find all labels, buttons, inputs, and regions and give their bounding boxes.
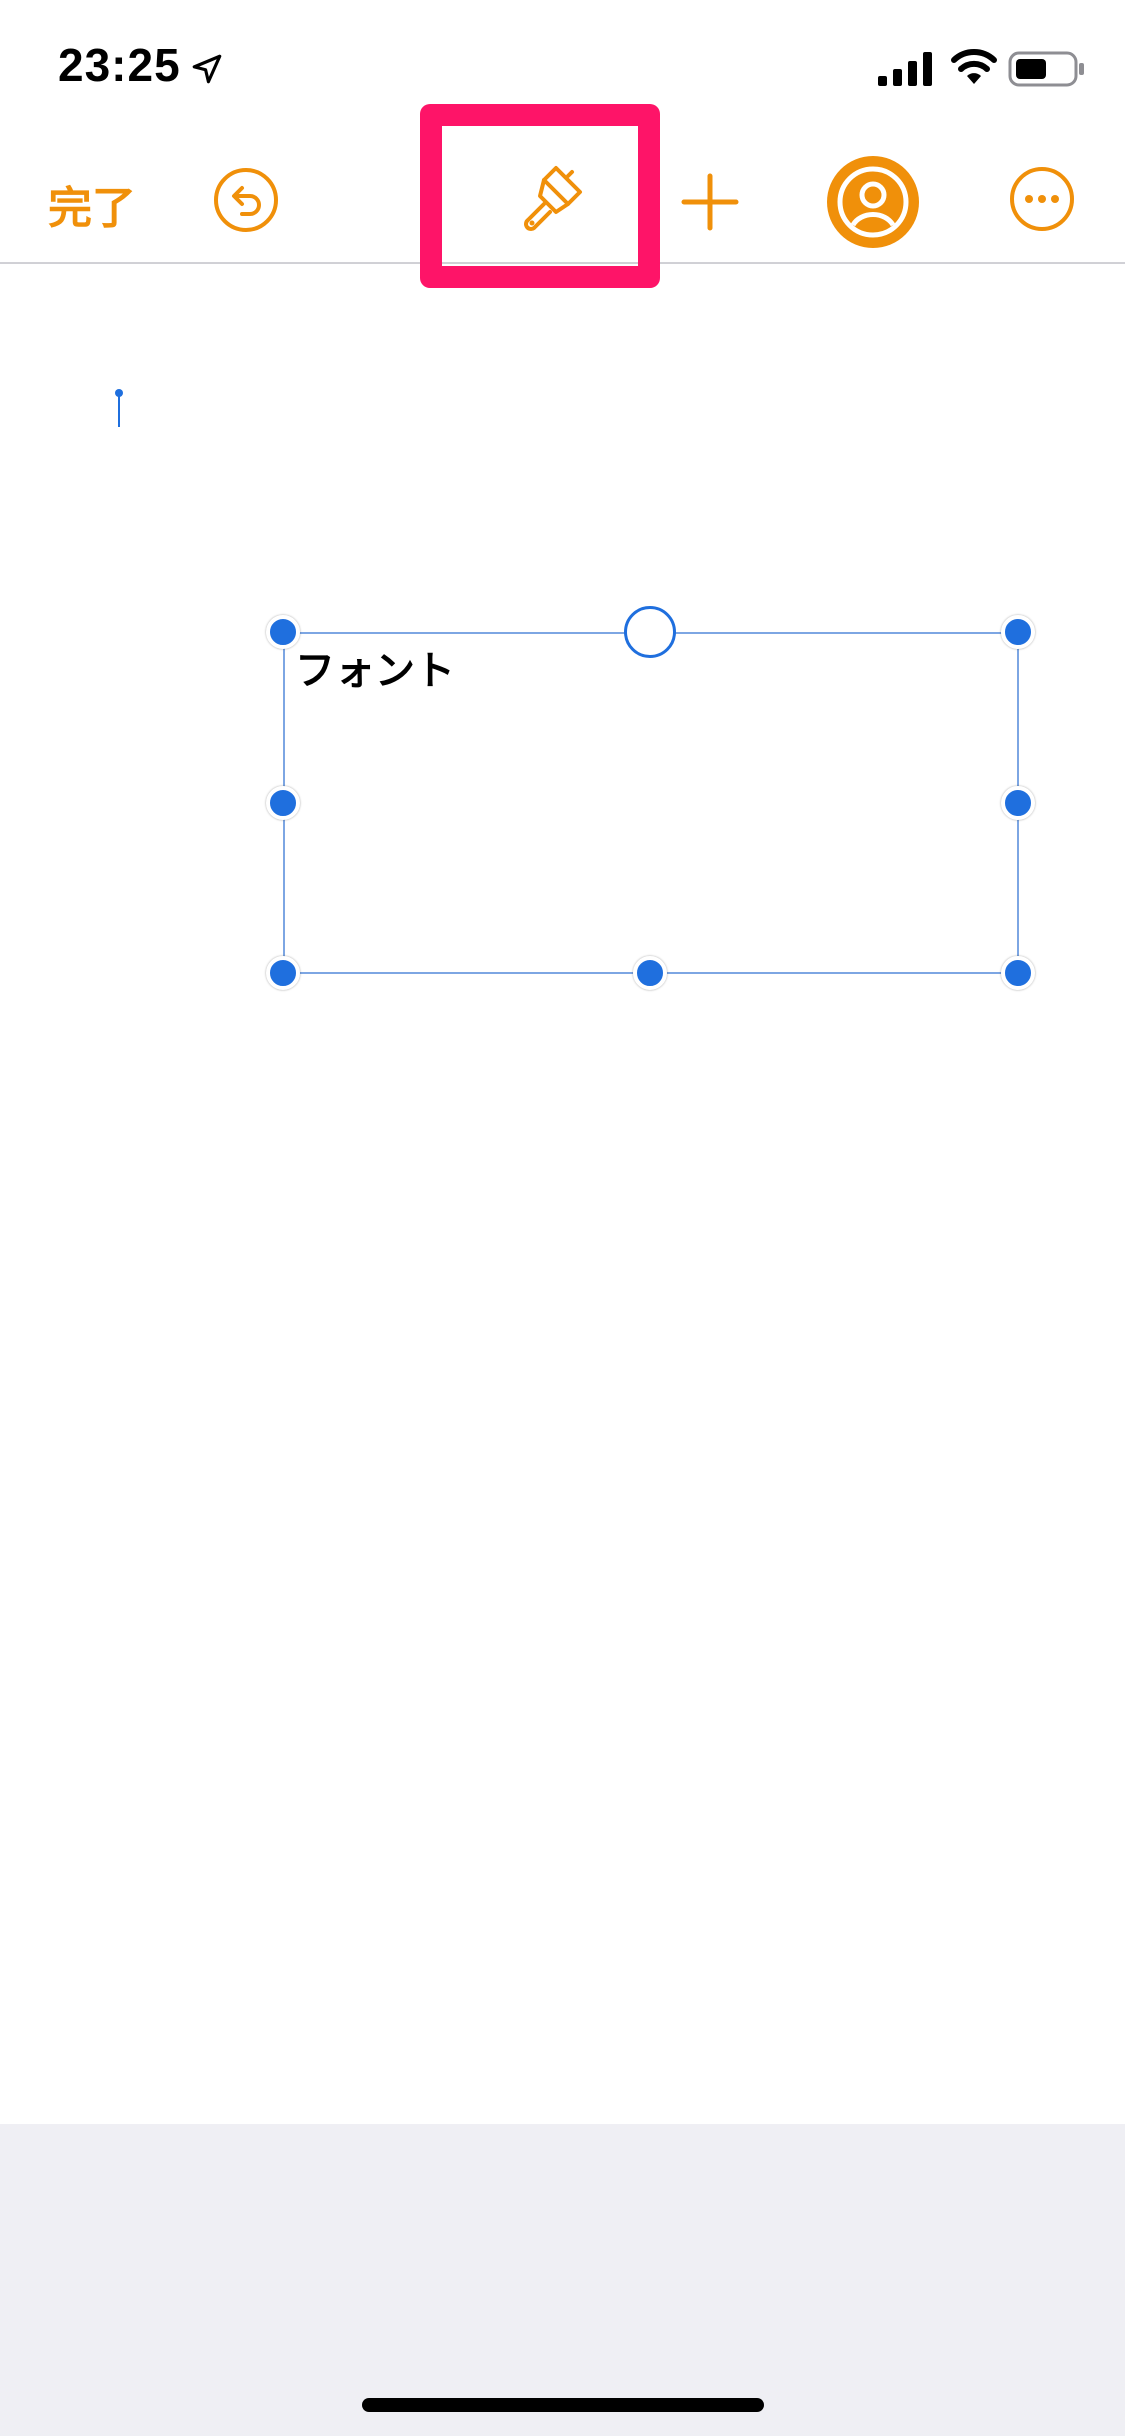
document-canvas[interactable]: フォント (0, 264, 1125, 2124)
location-arrow-icon (192, 54, 222, 84)
wifi-icon (951, 49, 997, 84)
resize-handle-top-right[interactable] (1001, 615, 1035, 649)
resize-handle-middle-left[interactable] (266, 786, 300, 820)
resize-handle-bottom-center[interactable] (633, 956, 667, 990)
text-box-content[interactable]: フォント (295, 638, 455, 696)
status-time: 23:25 (58, 39, 181, 91)
collaborate-person-icon[interactable] (826, 155, 920, 249)
undo-icon[interactable] (212, 166, 280, 234)
paintbrush-icon[interactable] (510, 160, 592, 242)
resize-handle-middle-right[interactable] (1001, 786, 1035, 820)
battery-icon (1008, 51, 1084, 87)
resize-handle-top-left[interactable] (266, 615, 300, 649)
cellular-signal-icon (878, 52, 932, 86)
screen: 23:25 完了 フォント (0, 0, 1125, 2436)
toolbar: 完了 (0, 130, 1125, 264)
selected-text-box[interactable]: フォント (283, 632, 1019, 974)
home-indicator[interactable] (362, 2398, 764, 2412)
rotate-handle[interactable] (624, 606, 676, 658)
more-ellipsis-icon[interactable] (1008, 165, 1076, 233)
done-button[interactable]: 完了 (48, 172, 136, 236)
text-cursor (115, 389, 123, 427)
bottom-area (0, 2124, 1125, 2436)
resize-handle-bottom-left[interactable] (266, 956, 300, 990)
resize-handle-bottom-right[interactable] (1001, 956, 1035, 990)
plus-icon[interactable] (678, 170, 742, 234)
status-bar: 23:25 (0, 0, 1125, 130)
